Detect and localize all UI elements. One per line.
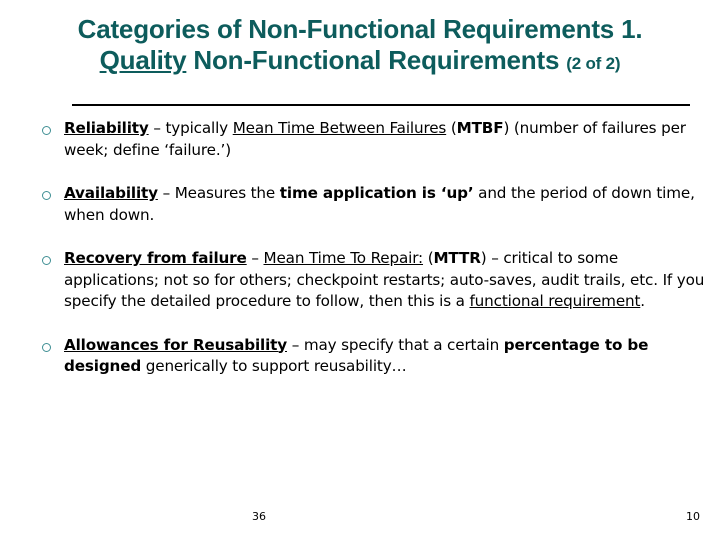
- bullet-text-a: typically: [160, 119, 233, 137]
- bullet-dash: –: [153, 119, 161, 137]
- bullet-circle-icon: [42, 335, 64, 355]
- slide-footer: 36 10: [0, 500, 720, 540]
- bullet-term: Reliability: [64, 119, 149, 137]
- bullet-text-d: .: [640, 292, 645, 310]
- title-line-2: Quality Non-Functional Requirements (2 o…: [6, 45, 714, 79]
- title-underlined-word: Quality: [99, 45, 187, 75]
- list-item: Availability – Measures the time applica…: [0, 183, 720, 226]
- list-item: Recovery from failure – Mean Time To Rep…: [0, 248, 720, 313]
- bullet-circle-icon: [42, 183, 64, 203]
- bullet-bold-a: MTTR: [433, 249, 481, 267]
- list-item-text: Availability – Measures the time applica…: [64, 183, 706, 226]
- bullet-underlined-a: Mean Time Between Failures: [232, 119, 447, 137]
- bullet-circle-icon: [42, 248, 64, 268]
- bullet-term: Recovery from failure: [64, 249, 247, 267]
- title-line-2-text: Non-Functional Requirements: [193, 45, 560, 75]
- title-suffix: (2 of 2): [566, 54, 621, 73]
- bullet-dash: –: [162, 184, 171, 202]
- bullet-list: Reliability – typically Mean Time Betwee…: [0, 118, 720, 378]
- bullet-underlined-a: Mean Time To Repair:: [263, 249, 424, 267]
- bullet-term: Availability: [64, 184, 158, 202]
- horizontal-rule: [72, 104, 690, 106]
- bullet-text-a: may specify that a certain: [299, 335, 504, 354]
- list-item-text: Reliability – typically Mean Time Betwee…: [64, 118, 706, 161]
- list-item: Allowances for Reusability – may specify…: [0, 335, 720, 378]
- bullet-bold-a: time application is ‘up’: [279, 184, 474, 202]
- list-item-text: Recovery from failure – Mean Time To Rep…: [64, 248, 706, 313]
- title-divider: [0, 104, 720, 108]
- title-line-1: Categories of Non-Functional Requirement…: [6, 14, 714, 45]
- list-item-text: Allowances for Reusability – may specify…: [64, 335, 706, 378]
- bullet-text-b: generically to support reusability…: [141, 357, 407, 375]
- page-number: 10: [686, 510, 700, 523]
- slide-number: 36: [252, 510, 266, 523]
- bullet-underlined-b: functional requirement: [469, 292, 641, 310]
- bullet-text-a: Measures the: [170, 184, 280, 202]
- bullet-term: Allowances for Reusability: [64, 335, 287, 354]
- title-line-1-text: Categories of Non-Functional Requirement…: [77, 14, 643, 44]
- bullet-text-b: (: [423, 249, 434, 267]
- bullet-dash: –: [251, 249, 259, 267]
- bullet-circle-icon: [42, 118, 64, 138]
- bullet-bold-a: MTBF: [456, 119, 504, 137]
- page-title: Categories of Non-Functional Requirement…: [0, 0, 720, 79]
- bullet-text-b: (: [446, 119, 457, 137]
- list-item: Reliability – typically Mean Time Betwee…: [0, 118, 720, 161]
